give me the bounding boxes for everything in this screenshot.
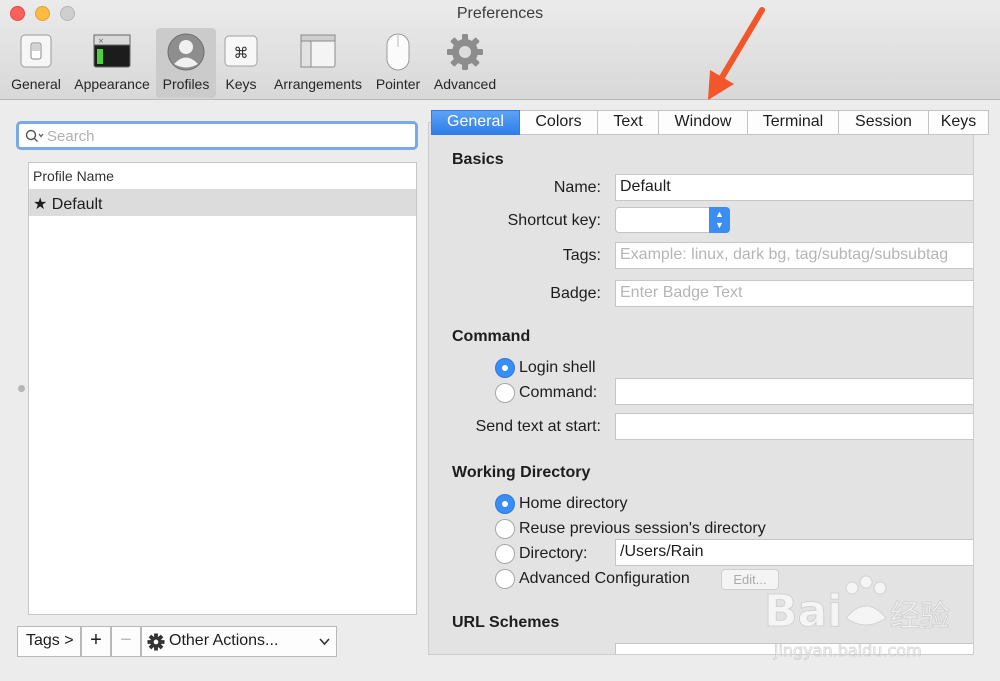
toolbar-pointer[interactable]: Pointer xyxy=(372,28,424,98)
chevron-down-icon xyxy=(319,638,330,646)
tags-button[interactable]: Tags > xyxy=(17,626,81,657)
reuse-directory-label: Reuse previous session's directory xyxy=(519,520,766,537)
send-text-field[interactable] xyxy=(615,413,973,440)
gear-icon xyxy=(147,633,165,651)
toolbar-keys-label: Keys xyxy=(225,76,257,92)
command-section-title: Command xyxy=(452,328,531,345)
url-schemes-section-title: URL Schemes xyxy=(452,614,560,631)
window-title: Preferences xyxy=(456,5,544,22)
name-label: Name: xyxy=(553,179,601,196)
toolbar-pointer-label: Pointer xyxy=(375,76,421,92)
tab-terminal[interactable]: Terminal xyxy=(748,110,839,135)
svg-text:×: × xyxy=(98,37,104,45)
tags-field[interactable]: Example: linux, dark bg, tag/subtag/subs… xyxy=(615,242,973,269)
basics-section-title: Basics xyxy=(452,151,504,168)
shortcut-key-popup[interactable]: ▲ ▼ xyxy=(615,207,730,233)
remove-profile-button[interactable]: − xyxy=(111,626,141,657)
command-radio[interactable] xyxy=(495,383,515,403)
tab-window[interactable]: Window xyxy=(659,110,748,135)
profile-name-column-header[interactable]: Profile Name xyxy=(29,163,416,190)
window-arrangement-icon xyxy=(300,34,336,68)
svg-text:经验: 经验 xyxy=(890,599,950,634)
tab-keys[interactable]: Keys xyxy=(929,110,989,135)
profile-list: Profile Name ★ Default xyxy=(28,162,417,615)
svg-text:Bai: Bai xyxy=(764,586,842,637)
svg-text:jingyan.baidu.com: jingyan.baidu.com xyxy=(773,641,922,660)
tab-session[interactable]: Session xyxy=(839,110,929,135)
badge-field[interactable]: Enter Badge Text xyxy=(615,280,973,307)
toolbar-profiles[interactable]: Profiles xyxy=(156,28,216,98)
toolbar-advanced[interactable]: Advanced xyxy=(430,28,500,98)
toolbar-arrangements[interactable]: Arrangements xyxy=(270,28,366,98)
directory-radio[interactable] xyxy=(495,544,515,564)
send-text-label: Send text at start: xyxy=(475,418,601,435)
shortcut-key-label: Shortcut key: xyxy=(507,212,601,229)
toolbar-advanced-label: Advanced xyxy=(433,76,497,92)
gear-icon xyxy=(447,34,483,70)
toolbar-appearance[interactable]: × Appearance xyxy=(70,28,154,98)
advanced-config-radio[interactable] xyxy=(495,569,515,589)
login-shell-radio[interactable] xyxy=(495,358,515,378)
other-actions-menu[interactable]: Other Actions... xyxy=(141,626,337,657)
working-directory-section-title: Working Directory xyxy=(452,464,591,481)
person-icon xyxy=(167,33,205,71)
annotation-arrow-icon xyxy=(708,7,765,100)
directory-label: Directory: xyxy=(519,545,588,562)
watermark-logo: Bai 经验 jingyan.baidu.com xyxy=(764,575,951,661)
split-view-handle[interactable] xyxy=(18,385,25,392)
title-bar: Preferences General × Appearance Profile… xyxy=(0,0,1000,100)
search-placeholder: Search xyxy=(47,128,95,145)
advanced-config-label: Advanced Configuration xyxy=(519,570,690,587)
command-field[interactable] xyxy=(615,378,973,405)
badge-label: Badge: xyxy=(550,285,601,302)
profile-row[interactable]: ★ Default xyxy=(29,190,416,216)
toolbar-general-label: General xyxy=(11,76,61,92)
toolbar-profiles-label: Profiles xyxy=(162,76,210,92)
home-directory-label: Home directory xyxy=(519,495,628,512)
search-icon xyxy=(25,129,44,142)
up-down-arrows-icon: ▲ ▼ xyxy=(709,207,730,233)
tags-label: Tags: xyxy=(562,247,601,264)
mouse-icon xyxy=(386,33,410,71)
tab-colors[interactable]: Colors xyxy=(520,110,598,135)
switch-icon xyxy=(20,34,52,68)
reuse-directory-radio[interactable] xyxy=(495,519,515,539)
toolbar-appearance-label: Appearance xyxy=(74,76,150,92)
profile-search-input[interactable]: Search xyxy=(16,121,418,150)
toolbar-keys[interactable]: ⌘ Keys xyxy=(218,28,264,98)
toolbar-arrangements-label: Arrangements xyxy=(274,76,362,92)
terminal-window-icon: × xyxy=(93,34,131,68)
other-actions-label: Other Actions... xyxy=(169,632,279,649)
home-directory-radio[interactable] xyxy=(495,494,515,514)
command-label: Command: xyxy=(519,384,598,401)
add-profile-button[interactable]: + xyxy=(81,626,111,657)
tab-text[interactable]: Text xyxy=(598,110,659,135)
login-shell-label: Login shell xyxy=(519,359,596,376)
svg-text:⌘: ⌘ xyxy=(234,44,249,62)
name-field[interactable]: Default xyxy=(615,174,973,201)
command-key-icon: ⌘ xyxy=(224,35,258,67)
tab-general[interactable]: General xyxy=(431,110,520,135)
directory-field[interactable]: /Users/Rain xyxy=(615,539,973,566)
toolbar-general[interactable]: General xyxy=(6,28,66,98)
